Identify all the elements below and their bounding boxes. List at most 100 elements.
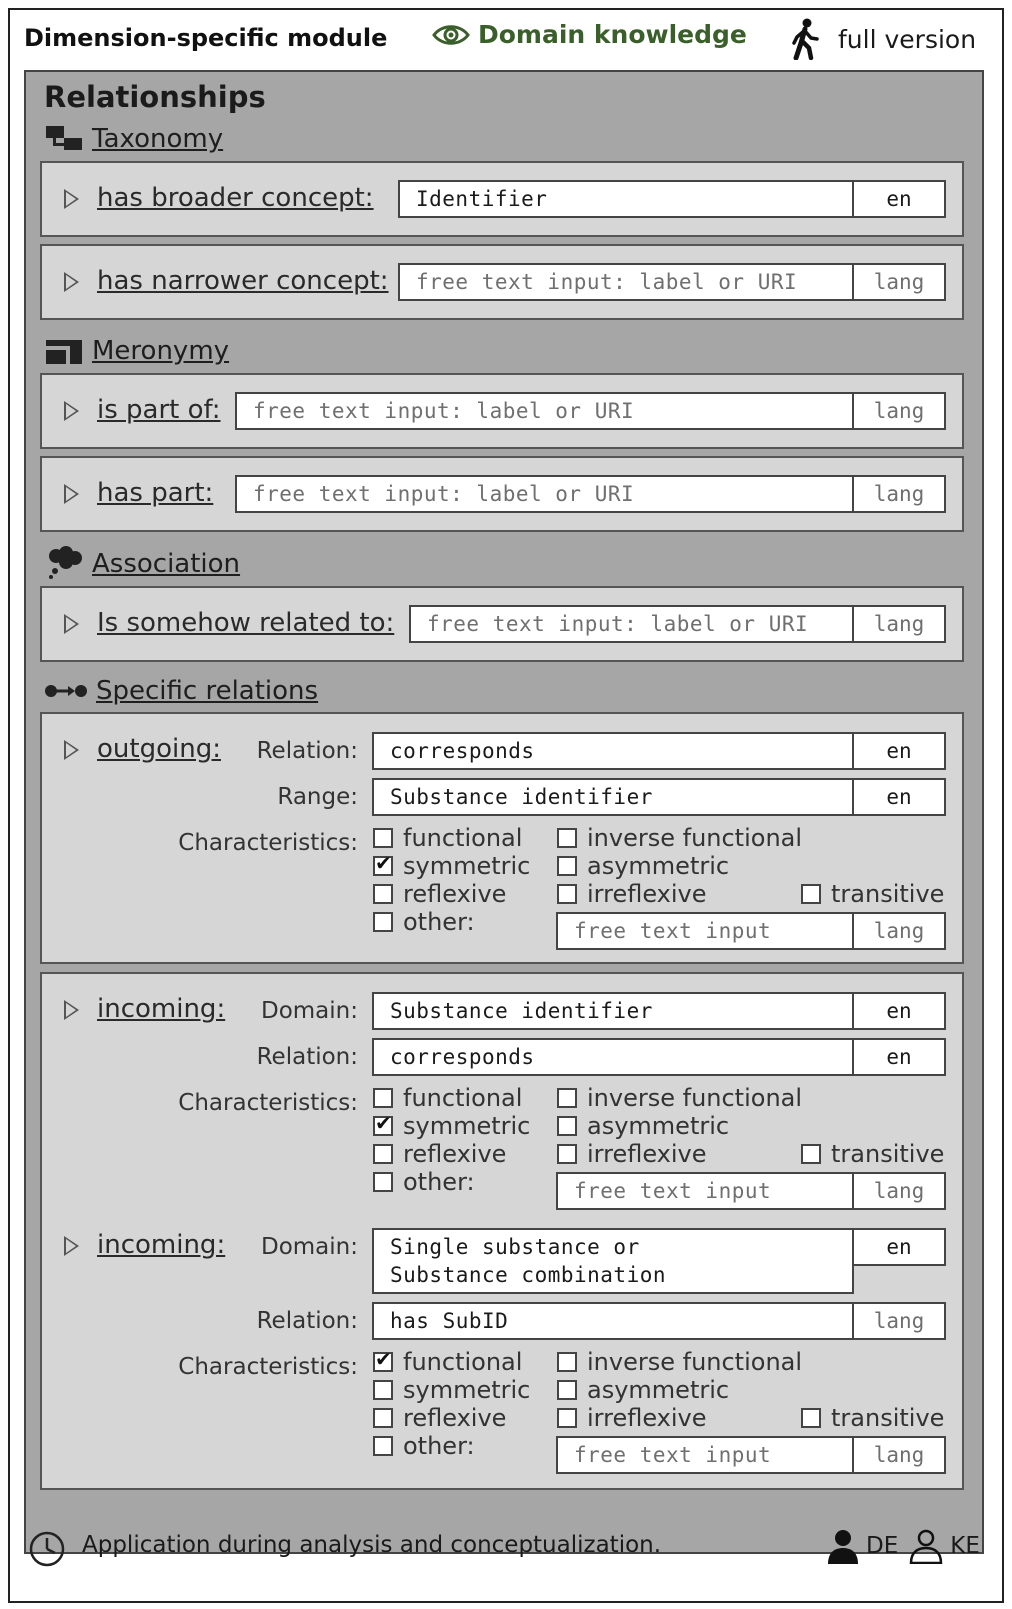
related-to-lang[interactable]: lang — [852, 605, 946, 643]
expand-triangle-icon[interactable] — [64, 740, 79, 760]
outgoing-range-input[interactable]: Substance identifier — [372, 778, 854, 816]
incoming2-relation-input[interactable]: has SubID — [372, 1302, 854, 1340]
incoming1-domain-input[interactable]: Substance identifier — [372, 992, 854, 1030]
functional-checkbox[interactable]: functional — [373, 1084, 522, 1112]
reflexive-checkbox[interactable]: reflexive — [373, 880, 506, 908]
mode-indicator[interactable]: Domain knowledge — [432, 20, 747, 49]
meronymy-heading[interactable]: Meronymy — [44, 336, 229, 366]
expand-triangle-icon[interactable] — [64, 1000, 79, 1020]
reflexive-checkbox[interactable]: reflexive — [373, 1140, 506, 1168]
asymmetric-checkbox[interactable]: asymmetric — [557, 852, 729, 880]
specific-relations-heading[interactable]: Specific relations — [44, 676, 318, 706]
inverse-functional-checkbox[interactable]: inverse functional — [557, 824, 802, 852]
expand-triangle-icon[interactable] — [64, 484, 79, 504]
checkbox-box[interactable] — [557, 828, 577, 848]
checkbox-box[interactable] — [373, 912, 393, 932]
expand-triangle-icon[interactable] — [64, 1236, 79, 1256]
irreflexive-checkbox[interactable]: irreflexive — [557, 1140, 707, 1168]
checkbox-box[interactable] — [373, 1144, 393, 1164]
functional-checkbox[interactable]: functional — [373, 824, 522, 852]
outgoing-other-lang[interactable]: lang — [852, 912, 946, 950]
expand-triangle-icon[interactable] — [64, 614, 79, 634]
checkbox-box[interactable] — [557, 1088, 577, 1108]
incoming1-other-input[interactable]: free text input — [556, 1172, 854, 1210]
reflexive-checkbox[interactable]: reflexive — [373, 1404, 506, 1432]
part-of-label[interactable]: is part of: — [97, 395, 221, 425]
checkbox-box[interactable] — [801, 884, 821, 904]
asymmetric-checkbox[interactable]: asymmetric — [557, 1376, 729, 1404]
other-checkbox[interactable]: other: — [373, 1432, 475, 1460]
checkbox-box[interactable] — [373, 1172, 393, 1192]
broader-concept-lang[interactable]: en — [852, 180, 946, 218]
other-checkbox[interactable]: other: — [373, 908, 475, 936]
checkbox-box[interactable] — [557, 884, 577, 904]
outgoing-relation-input[interactable]: corresponds — [372, 732, 854, 770]
transitive-checkbox[interactable]: transitive — [801, 1404, 944, 1432]
thought-cloud-icon — [49, 546, 82, 579]
checkbox-box[interactable] — [801, 1408, 821, 1428]
broader-concept-label[interactable]: has broader concept: — [97, 183, 374, 213]
outgoing-relation-lang[interactable]: en — [852, 732, 946, 770]
checkbox-box[interactable] — [557, 1352, 577, 1372]
transitive-checkbox[interactable]: transitive — [801, 1140, 944, 1168]
other-checkbox[interactable]: other: — [373, 1168, 475, 1196]
incoming2-domain-lang[interactable]: en — [852, 1228, 946, 1266]
transitive-checkbox[interactable]: transitive — [801, 880, 944, 908]
inverse-functional-checkbox[interactable]: inverse functional — [557, 1084, 802, 1112]
checkbox-box[interactable] — [373, 884, 393, 904]
checkbox-box[interactable] — [373, 828, 393, 848]
inverse-functional-checkbox[interactable]: inverse functional — [557, 1348, 802, 1376]
incoming1-relation-lang[interactable]: en — [852, 1038, 946, 1076]
incoming-label[interactable]: incoming: — [97, 994, 225, 1024]
has-part-lang[interactable]: lang — [852, 475, 946, 513]
checkbox-box[interactable] — [373, 1111, 393, 1136]
narrower-concept-input[interactable]: free text input: label or URI — [398, 263, 854, 301]
checkbox-box[interactable] — [557, 856, 577, 876]
functional-checkbox[interactable]: functional — [373, 1347, 522, 1376]
symmetric-checkbox[interactable]: symmetric — [373, 1376, 530, 1404]
checkbox-box[interactable] — [801, 1144, 821, 1164]
version-label: full version — [838, 24, 977, 54]
expand-triangle-icon[interactable] — [64, 401, 79, 421]
related-to-label[interactable]: Is somehow related to: — [97, 608, 394, 638]
outgoing-range-lang[interactable]: en — [852, 778, 946, 816]
irreflexive-checkbox[interactable]: irreflexive — [557, 880, 707, 908]
incoming2-relation-lang[interactable]: lang — [852, 1302, 946, 1340]
checkbox-box[interactable] — [557, 1408, 577, 1428]
part-of-lang[interactable]: lang — [852, 392, 946, 430]
incoming1-relation-input[interactable]: corresponds — [372, 1038, 854, 1076]
checkbox-box[interactable] — [557, 1380, 577, 1400]
version-indicator[interactable]: full version — [790, 18, 976, 60]
has-part-label[interactable]: has part: — [97, 478, 213, 508]
symmetric-checkbox[interactable]: symmetric — [373, 1111, 530, 1140]
checkbox-box[interactable] — [373, 1380, 393, 1400]
checkbox-box[interactable] — [557, 1144, 577, 1164]
narrower-concept-lang[interactable]: lang — [852, 263, 946, 301]
narrower-concept-label[interactable]: has narrower concept: — [97, 266, 389, 296]
incoming2-domain-input[interactable]: Single substance or Substance combinatio… — [372, 1228, 854, 1294]
association-heading[interactable]: Association — [44, 546, 240, 582]
asymmetric-checkbox[interactable]: asymmetric — [557, 1112, 729, 1140]
checkbox-box[interactable] — [373, 1436, 393, 1456]
outgoing-other-input[interactable]: free text input — [556, 912, 854, 950]
checkbox-box[interactable] — [557, 1116, 577, 1136]
part-of-input[interactable]: free text input: label or URI — [235, 392, 854, 430]
related-to-input[interactable]: free text input: label or URI — [409, 605, 854, 643]
checkbox-box[interactable] — [373, 1347, 393, 1372]
checkbox-box[interactable] — [373, 1088, 393, 1108]
incoming2-other-lang[interactable]: lang — [852, 1436, 946, 1474]
taxonomy-heading[interactable]: Taxonomy — [44, 124, 223, 154]
irreflexive-checkbox[interactable]: irreflexive — [557, 1404, 707, 1432]
expand-triangle-icon[interactable] — [64, 272, 79, 292]
expand-triangle-icon[interactable] — [64, 189, 79, 209]
has-part-input[interactable]: free text input: label or URI — [235, 475, 854, 513]
outgoing-label[interactable]: outgoing: — [97, 734, 221, 764]
broader-concept-input[interactable]: Identifier — [398, 180, 854, 218]
checkbox-box[interactable] — [373, 851, 393, 876]
symmetric-checkbox[interactable]: symmetric — [373, 851, 530, 880]
checkbox-box[interactable] — [373, 1408, 393, 1428]
incoming1-domain-lang[interactable]: en — [852, 992, 946, 1030]
incoming2-other-input[interactable]: free text input — [556, 1436, 854, 1474]
incoming1-other-lang[interactable]: lang — [852, 1172, 946, 1210]
incoming-label[interactable]: incoming: — [97, 1230, 225, 1260]
